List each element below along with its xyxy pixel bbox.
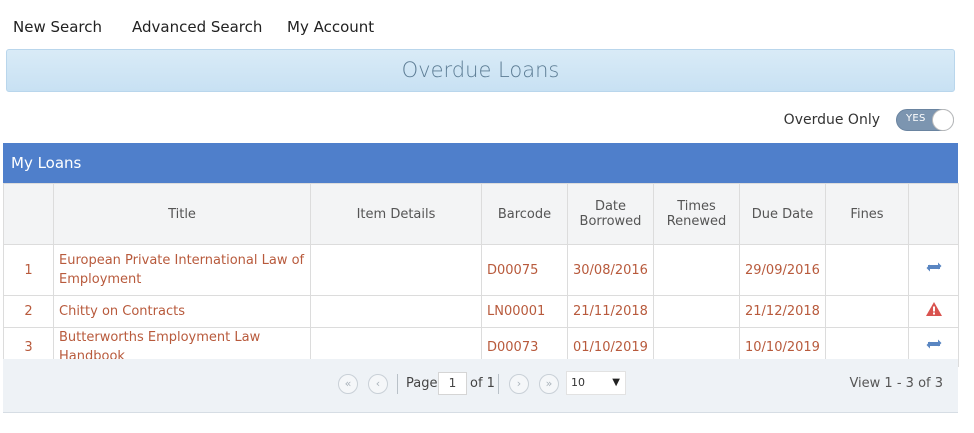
new-search-link[interactable]: New Search [13,18,102,36]
pager: « ‹ Page 1 of 1 › » 10 ▼ View 1 - 3 of 3 [3,359,958,413]
page-count-label: of 1 [470,376,495,391]
first-page-icon[interactable]: « [338,374,358,394]
col-header-fines[interactable]: Fines [825,183,909,245]
table-row[interactable]: 1 European Private International Law of … [3,244,959,296]
col-header-date-borrowed[interactable]: Date Borrowed [567,183,654,245]
page-size-select[interactable]: 10 ▼ [566,371,626,395]
row-title[interactable]: Chitty on Contracts [53,295,311,328]
col-header-index [3,183,54,245]
row-item-details [310,295,482,328]
row-item-details [310,244,482,296]
table-row[interactable]: 2 Chitty on Contracts LN00001 21/11/2018… [3,295,959,328]
row-barcode: D00075 [481,244,568,296]
prev-page-icon[interactable]: ‹ [368,374,388,394]
next-page-icon[interactable]: › [509,374,529,394]
col-header-title[interactable]: Title [53,183,311,245]
advanced-search-link[interactable]: Advanced Search [132,18,262,36]
overdue-only-toggle[interactable]: YES [896,109,954,131]
row-barcode: LN00001 [481,295,568,328]
col-header-item-details[interactable]: Item Details [310,183,482,245]
row-number: 2 [3,295,54,328]
my-account-link[interactable]: My Account [287,18,374,36]
view-range-text: View 1 - 3 of 3 [849,376,943,391]
page-size-value: 10 [571,376,585,389]
row-action [908,295,959,328]
warning-icon[interactable] [925,301,943,317]
row-due-date: 29/09/2016 [739,244,826,296]
page-label: Page [406,376,438,391]
top-nav: New Search Advanced Search My Account [0,0,974,48]
col-header-barcode[interactable]: Barcode [481,183,568,245]
table-header-row: Title Item Details Barcode Date Borrowed… [3,183,959,245]
row-title[interactable]: European Private International Law of Em… [53,244,311,296]
page-number-input[interactable]: 1 [438,372,467,395]
my-loans-header: My Loans [3,143,958,183]
row-times-renewed [653,295,740,328]
row-due-date: 21/12/2018 [739,295,826,328]
page-title: Overdue Loans [6,49,955,92]
pager-divider [397,374,398,394]
col-header-due-date[interactable]: Due Date [739,183,826,245]
toggle-value: YES [906,113,926,124]
renew-icon[interactable] [925,337,943,351]
row-date-borrowed: 30/08/2016 [567,244,654,296]
row-date-borrowed: 21/11/2018 [567,295,654,328]
overdue-filter: Overdue Only YES [784,108,954,132]
renew-icon[interactable] [925,260,943,274]
row-fines [825,244,909,296]
row-fines [825,295,909,328]
overdue-only-label: Overdue Only [783,112,880,128]
row-action [908,244,959,296]
loans-table: Title Item Details Barcode Date Borrowed… [3,183,959,367]
dropdown-arrow-icon: ▼ [612,377,620,388]
pager-divider [498,374,499,394]
row-times-renewed [653,244,740,296]
toggle-knob [932,109,954,131]
row-number: 1 [3,244,54,296]
col-header-actions [908,183,959,245]
last-page-icon[interactable]: » [539,374,559,394]
col-header-times-renewed[interactable]: Times Renewed [653,183,740,245]
